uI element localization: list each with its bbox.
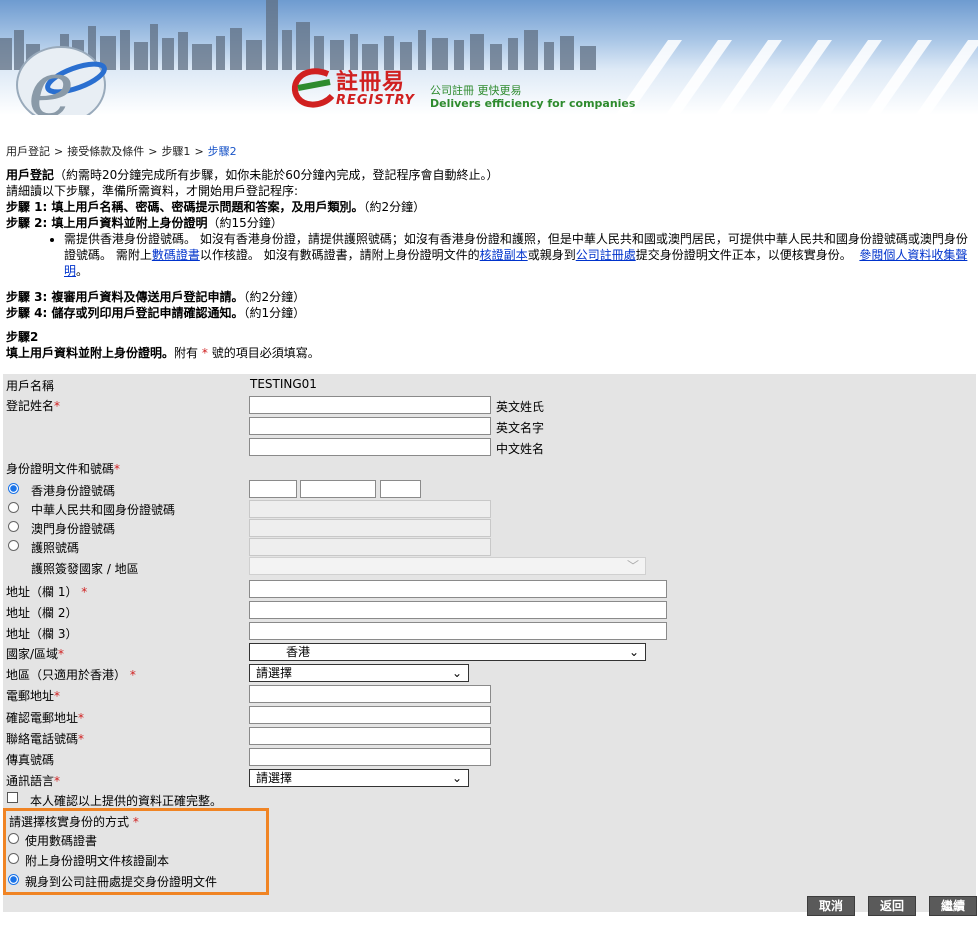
name-label: 登記姓名* (6, 399, 61, 413)
district-select[interactable]: 請選擇 ⌄ (249, 664, 469, 682)
surname-hint: 英文姓氏 (496, 400, 545, 414)
hkid-prefix-input[interactable] (249, 480, 297, 498)
email-confirm-input[interactable] (249, 706, 491, 724)
verify-certified-copy-radio[interactable] (8, 853, 19, 864)
current-step-desc: 填上用戶資料並附上身份證明。 (6, 346, 175, 360)
breadcrumb-current: 步驟2 (207, 145, 237, 158)
e-globe-logo: e (16, 45, 107, 115)
address3-input[interactable] (249, 622, 667, 640)
instructions: 用戶登記（約需時20分鐘完成所有步驟，如你未能於60分鐘內完成，登記程序會自動終… (6, 167, 971, 361)
tagline-en: Delivers efficiency for companies (430, 97, 636, 110)
chevron-down-icon: ⌄ (628, 645, 639, 659)
title-note: （約需時20分鐘完成所有步驟，如你未能於60分鐘內完成，登記程序會自動終止。） (54, 168, 499, 182)
hkid-check-digit-input[interactable] (380, 480, 421, 498)
phone-label: 聯絡電話號碼* (6, 732, 85, 746)
step-1-time: （約2分鐘） (363, 200, 426, 214)
step-4: 步驟 4: 儲存或列印用戶登記申請確認通知。 (6, 306, 244, 320)
id-hkid-radio[interactable] (8, 483, 19, 494)
id-prc-radio[interactable] (8, 502, 19, 513)
chevron-down-icon: ﹀ (626, 559, 639, 573)
continue-button[interactable]: 繼續 (929, 896, 977, 916)
e-registry-logo-icon (291, 68, 335, 108)
email-input[interactable] (249, 685, 491, 703)
chinese-name-hint: 中文姓名 (496, 442, 545, 456)
verify-digital-cert-label: 使用數碼證書 (25, 834, 98, 848)
current-step: 步驟2 (6, 330, 39, 344)
country-select[interactable]: 香港 ⌄ (249, 643, 646, 661)
step-2: 步驟 2: 填上用戶資料並附上身份證明 (6, 216, 208, 230)
registry-title: 註冊易 (336, 70, 406, 95)
verify-certified-copy-label: 附上身份證明文件核證副本 (25, 854, 170, 868)
chevron-down-icon: ⌄ (451, 771, 462, 785)
verify-label: 請選擇核實身份的方式 * (9, 815, 139, 829)
id-macau-label: 澳門身份證號碼 (31, 522, 116, 536)
hkid-number-input[interactable] (300, 480, 376, 498)
address1-input[interactable] (249, 580, 667, 598)
city-skyline-image (0, 0, 596, 70)
email-confirm-label: 確認電郵地址* (6, 711, 85, 725)
page-title: 用戶登記 (6, 168, 55, 182)
id-passport-label: 護照號碼 (31, 541, 80, 555)
language-select[interactable]: 請選擇 ⌄ (249, 769, 469, 787)
chevron-down-icon: ⌄ (451, 666, 462, 680)
username-label: 用戶名稱 (6, 379, 55, 393)
step-3: 步驟 3: 複審用戶資料及傳送用戶登記申請。 (6, 290, 244, 304)
registry-word: REGISTRY (336, 93, 415, 108)
passport-country-select[interactable]: ﹀ (249, 557, 646, 575)
breadcrumb-item: 步驟1 (161, 145, 191, 158)
certified-copy-link[interactable]: 核證副本 (480, 248, 528, 262)
id-macau-radio[interactable] (8, 521, 19, 532)
phone-input[interactable] (249, 727, 491, 745)
confirm-label: 本人確認以上提供的資料正確完整。 (30, 794, 223, 808)
id-passport-radio[interactable] (8, 540, 19, 551)
fax-input[interactable] (249, 748, 491, 766)
id-hkid-label: 香港身份證號碼 (31, 484, 116, 498)
given-name-hint: 英文名字 (496, 421, 545, 435)
site-banner: e 註冊易 REGISTRY 公司註冊 更快更易 Delivers effici… (0, 0, 978, 115)
step-3-time: （約2分鐘） (243, 290, 306, 304)
tagline-cn: 公司註冊 更快更易 (430, 84, 522, 97)
prc-id-input[interactable] (249, 500, 491, 518)
back-button[interactable]: 返回 (868, 896, 916, 916)
address2-input[interactable] (249, 601, 667, 619)
step-2-bullet: 需提供香港身份證號碼。 如沒有香港身份證，請提供護照號碼；如沒有香港身份證和護照… (64, 231, 971, 279)
confirm-checkbox[interactable] (7, 792, 18, 803)
read-note: 請細讀以下步驟，準備所需資料，才開始用戶登記程序: (6, 184, 299, 198)
passport-input[interactable] (249, 538, 491, 556)
step-1: 步驟 1: 填上用戶名稱、密碼、密碼提示問題和答案，及用戶類別。 (6, 200, 364, 214)
username-value: TESTING01 (250, 377, 317, 391)
country-label: 國家/區域* (6, 647, 65, 661)
passport-country-label: 護照簽發國家 / 地區 (31, 562, 139, 576)
digital-cert-link[interactable]: 數碼證書 (152, 248, 200, 262)
breadcrumb-item: 用戶登記 (6, 145, 50, 158)
email-label: 電郵地址* (6, 689, 61, 703)
id-prc-label: 中華人民共和國身份證號碼 (31, 503, 176, 517)
breadcrumb: 用戶登記 > 接受條款及條件 > 步驟1 > 步驟2 (6, 145, 237, 158)
surname-input[interactable] (249, 396, 491, 414)
companies-registry-link[interactable]: 公司註冊處 (576, 248, 636, 262)
cancel-button[interactable]: 取消 (807, 896, 855, 916)
macau-id-input[interactable] (249, 519, 491, 537)
breadcrumb-item: 接受條款及條件 (67, 145, 145, 158)
svg-text:e: e (28, 45, 74, 115)
address2-label: 地址（欄 2） (6, 606, 78, 620)
step-4-time: （約1分鐘） (243, 306, 306, 320)
district-label: 地區（只適用於香港） * (6, 668, 136, 682)
id-label: 身份證明文件和號碼* (6, 462, 121, 476)
given-name-input[interactable] (249, 417, 491, 435)
step-2-time: （約15分鐘） (207, 216, 283, 230)
language-label: 通訊語言* (6, 774, 61, 788)
address3-label: 地址（欄 3） (6, 627, 78, 641)
fax-label: 傳真號碼 (6, 753, 55, 767)
verify-digital-cert-radio[interactable] (8, 833, 19, 844)
verify-in-person-radio[interactable] (8, 874, 19, 885)
verify-in-person-label: 親身到公司註冊處提交身份證明文件 (25, 875, 218, 889)
address1-label: 地址（欄 1） * (6, 585, 88, 599)
chinese-name-input[interactable] (249, 438, 491, 456)
